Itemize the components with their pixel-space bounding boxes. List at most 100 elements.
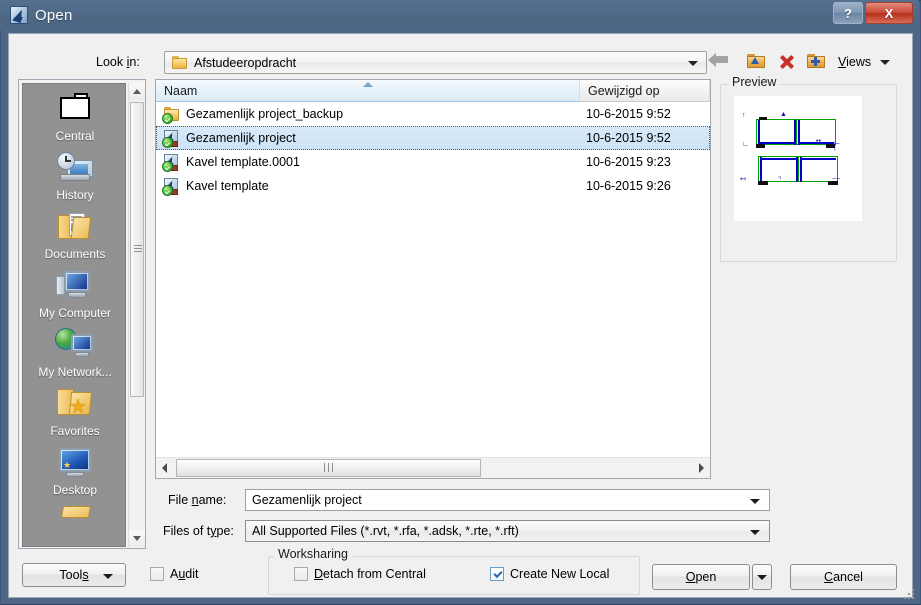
- place-item-history[interactable]: History: [23, 143, 125, 202]
- tools-button[interactable]: Tools: [22, 563, 126, 587]
- detach-from-central-row[interactable]: Detach from Central: [294, 567, 426, 581]
- detach-from-central-checkbox[interactable]: [294, 567, 308, 581]
- scroll-left-button[interactable]: [156, 458, 173, 478]
- close-button[interactable]: X: [865, 2, 913, 24]
- file-date: 10-6-2015 9:26: [586, 179, 671, 193]
- detach-from-central-label: Detach from Central: [314, 567, 426, 581]
- preview-label: Preview: [728, 75, 781, 89]
- file-name-value: Gezamenlijk project: [252, 493, 362, 507]
- resize-grip[interactable]: [904, 589, 916, 601]
- create-new-local-label: Create New Local: [510, 567, 610, 581]
- column-header-name[interactable]: Naam: [156, 80, 580, 102]
- place-item-desktop[interactable]: ★ Desktop: [23, 438, 125, 497]
- chevron-down-icon: [757, 574, 767, 580]
- my-network-icon: [54, 325, 96, 363]
- history-icon: [54, 148, 96, 186]
- places-list[interactable]: Central History Documents My Computer My…: [22, 83, 126, 547]
- scroll-down-button[interactable]: [129, 530, 145, 547]
- up-one-level-icon[interactable]: [742, 49, 772, 75]
- table-row[interactable]: Gezamenlijk project_backup 10-6-2015 9:5…: [156, 102, 710, 126]
- folder-icon: [54, 502, 96, 540]
- open-dropdown-button[interactable]: [752, 564, 772, 590]
- delete-icon[interactable]: [772, 49, 802, 75]
- place-label: History: [56, 188, 94, 202]
- files-of-type-combobox[interactable]: All Supported Files (*.rvt, *.rfa, *.ads…: [245, 520, 770, 542]
- sync-badge-icon: [162, 113, 173, 124]
- central-folder-icon: [54, 89, 96, 127]
- audit-label: Audit: [170, 567, 199, 581]
- favorites-folder-icon: ★: [54, 384, 96, 422]
- places-scrollbar[interactable]: [128, 83, 145, 547]
- scroll-right-button[interactable]: [693, 458, 710, 478]
- documents-folder-icon: [54, 207, 96, 245]
- window-title: Open: [35, 6, 73, 24]
- file-list-body[interactable]: Gezamenlijk project_backup 10-6-2015 9:5…: [156, 102, 710, 457]
- column-label: Naam: [164, 83, 198, 98]
- new-folder-icon[interactable]: [802, 49, 832, 75]
- chevron-down-icon: [103, 574, 113, 579]
- place-item-partial[interactable]: [23, 497, 125, 540]
- table-row[interactable]: Kavel template 10-6-2015 9:26: [156, 174, 710, 198]
- open-button[interactable]: Open: [652, 564, 750, 590]
- audit-checkbox[interactable]: [150, 567, 164, 581]
- file-name: Kavel template.0001: [186, 155, 300, 169]
- file-name-input[interactable]: Gezamenlijk project: [245, 489, 770, 511]
- revit-file-icon: [162, 154, 180, 172]
- look-in-label: Look in:: [96, 55, 140, 69]
- chevron-down-icon[interactable]: [750, 499, 760, 504]
- place-item-central[interactable]: Central: [23, 84, 125, 143]
- revit-app-icon: [10, 6, 28, 24]
- title-bar: Open ? X: [0, 0, 919, 30]
- place-item-my-network[interactable]: My Network...: [23, 320, 125, 379]
- file-date: 10-6-2015 9:23: [586, 155, 671, 169]
- scroll-up-button[interactable]: [129, 83, 145, 100]
- column-label: Gewijzigd op: [588, 83, 660, 98]
- back-arrow-icon[interactable]: [708, 49, 742, 75]
- audit-checkbox-row[interactable]: Audit: [150, 567, 199, 581]
- folder-icon: [162, 106, 180, 124]
- file-name: Kavel template: [186, 179, 269, 193]
- scrollbar-thumb[interactable]: [130, 102, 144, 397]
- folder-icon: [172, 56, 187, 69]
- help-button[interactable]: ?: [833, 2, 863, 24]
- table-row[interactable]: Kavel template.0001 10-6-2015 9:23: [156, 150, 710, 174]
- place-label: Desktop: [52, 483, 98, 497]
- place-item-favorites[interactable]: ★ Favorites: [23, 379, 125, 438]
- scrollbar-thumb[interactable]: [176, 459, 481, 477]
- sort-ascending-icon: [362, 82, 373, 87]
- files-of-type-value: All Supported Files (*.rvt, *.rfa, *.ads…: [252, 524, 519, 538]
- dialog-toolbar: Views: [708, 48, 893, 76]
- place-item-documents[interactable]: Documents: [23, 202, 125, 261]
- title-bar-buttons: ? X: [831, 2, 913, 24]
- place-label: My Network...: [38, 365, 112, 379]
- file-name: Gezamenlijk project_backup: [186, 107, 344, 121]
- place-label: Documents: [44, 247, 106, 261]
- cancel-button[interactable]: Cancel: [790, 564, 897, 590]
- sync-badge-icon: [162, 137, 173, 148]
- look-in-combobox[interactable]: Afstudeeropdracht: [164, 51, 707, 74]
- file-list[interactable]: Naam Gewijzigd op Gezamenlijk project_ba…: [155, 79, 711, 479]
- file-date: 10-6-2015 9:52: [586, 131, 671, 145]
- open-file-dialog-window: Open ? X Look in: Afstudeeropdracht View…: [0, 0, 921, 605]
- desktop-icon: ★: [54, 443, 96, 481]
- sync-badge-icon: [162, 161, 173, 172]
- views-button[interactable]: Views: [832, 49, 893, 75]
- chevron-down-icon[interactable]: [688, 61, 698, 66]
- worksharing-label: Worksharing: [274, 547, 352, 561]
- create-new-local-checkbox[interactable]: [490, 567, 504, 581]
- sync-badge-icon: [162, 185, 173, 196]
- files-of-type-label: Files of type:: [163, 524, 234, 538]
- file-list-horizontal-scrollbar[interactable]: [156, 457, 710, 478]
- chevron-down-icon: [880, 59, 891, 65]
- file-name-label: File name:: [168, 493, 227, 507]
- file-list-header: Naam Gewijzigd op: [156, 80, 710, 102]
- column-header-date[interactable]: Gewijzigd op: [580, 80, 710, 102]
- table-row[interactable]: Gezamenlijk project 10-6-2015 9:52: [156, 126, 710, 150]
- look-in-value: Afstudeeropdracht: [194, 55, 297, 70]
- create-new-local-row[interactable]: Create New Local: [490, 567, 609, 581]
- file-date: 10-6-2015 9:52: [586, 107, 671, 121]
- revit-file-icon: [162, 178, 180, 196]
- chevron-down-icon[interactable]: [750, 530, 760, 535]
- place-label: My Computer: [38, 306, 112, 320]
- place-item-my-computer[interactable]: My Computer: [23, 261, 125, 320]
